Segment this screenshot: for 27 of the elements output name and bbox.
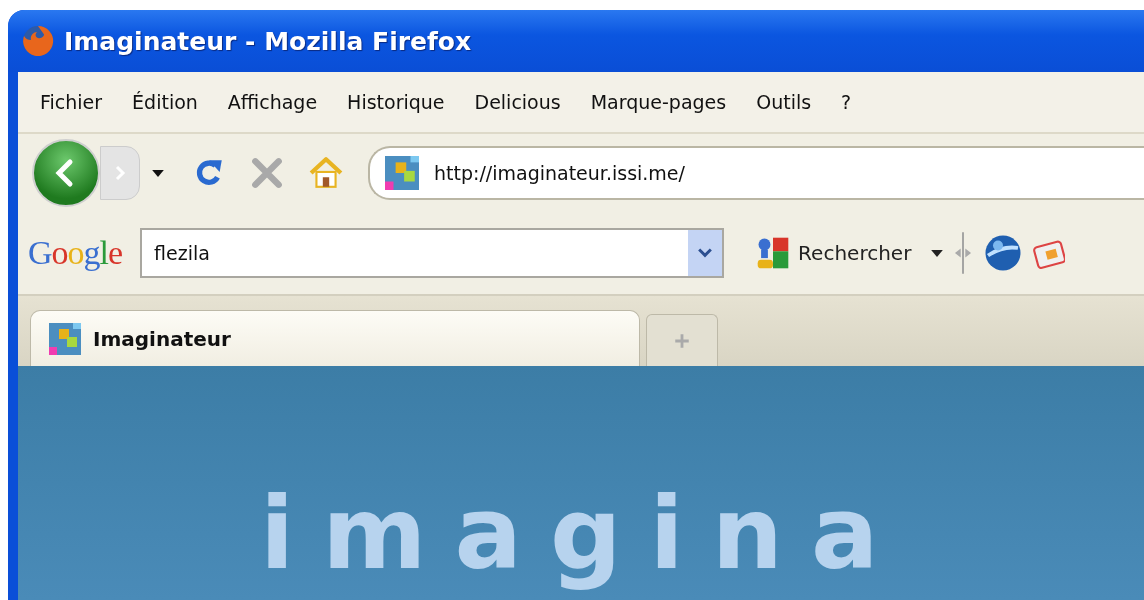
caret-icon[interactable] [931,249,944,257]
menu-item[interactable]: Affichage [227,91,318,113]
site-logo-text: imagina [260,474,908,594]
site-favicon-icon [49,322,81,355]
address-bar[interactable]: http://imaginateur.issi.me/ [368,146,1144,200]
site-favicon-icon [384,156,420,190]
menu-item[interactable]: Marque-pages [590,91,727,113]
window-title: Imaginateur - Mozilla Firefox [64,26,472,56]
caret-icon[interactable] [152,169,164,177]
menu-item[interactable]: Édition [132,91,198,113]
menu-item[interactable]: Fichier [40,91,103,113]
menu-item[interactable]: Delicious [474,91,561,113]
tab-title: Imaginateur [93,326,231,351]
dropdown-button[interactable] [688,230,723,276]
search-logo: Google [28,234,123,272]
search-engine-icon [756,236,791,270]
home-icon[interactable] [308,156,344,190]
menu-item[interactable]: ? [841,91,852,113]
search-button[interactable]: Rechercher [756,236,912,270]
menu-item[interactable]: Outils [756,91,812,113]
plus-icon [673,331,691,350]
browser-logo-icon [22,25,54,57]
url-text: http://imaginateur.issi.me/ [434,162,685,184]
menu-item[interactable]: Historique [347,91,445,113]
chevron-down-icon [698,248,713,258]
browser-tab[interactable]: Imaginateur [30,310,640,366]
search-field[interactable]: flezila [140,228,725,278]
